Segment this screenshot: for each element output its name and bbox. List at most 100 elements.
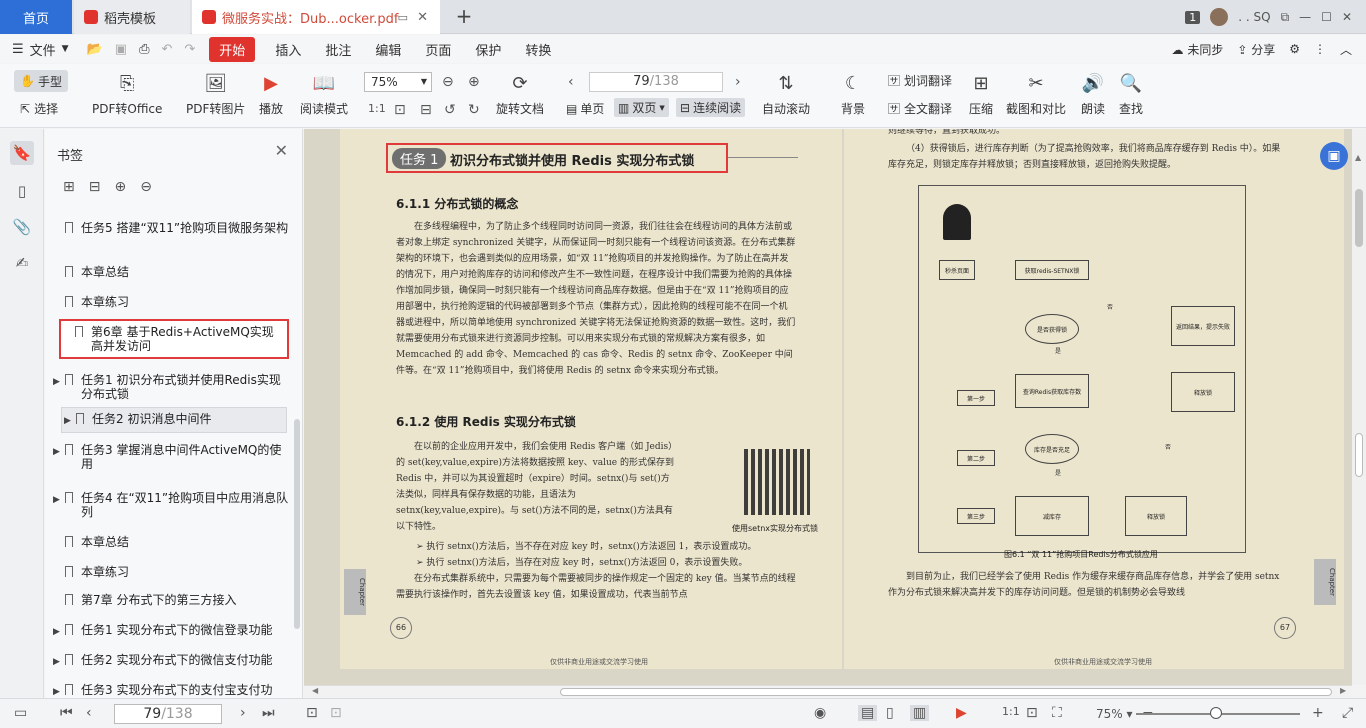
thumbnail-icon[interactable]: ▯ — [10, 179, 34, 203]
menu-annotate[interactable]: 批注 — [313, 40, 363, 59]
compress-button[interactable]: ⊞ 压缩 — [968, 70, 994, 117]
next-page-icon[interactable]: › — [240, 705, 246, 721]
expand-arrow-icon[interactable]: ▶ — [53, 653, 63, 669]
double-view-icon[interactable]: ▥ — [910, 705, 930, 721]
fit-window-icon[interactable]: ⤢ — [1342, 705, 1353, 721]
close-window-icon[interactable]: ✕ — [1342, 10, 1352, 24]
tab-document[interactable]: 微服务实战：Dub...ocker.pdf ▭ ✕ — [192, 0, 440, 34]
back-icon[interactable]: ⊡ — [306, 705, 318, 721]
expand-arrow-icon[interactable]: ▶ — [53, 683, 63, 699]
last-page-icon[interactable]: ⏭ — [262, 705, 275, 721]
bookmark-item[interactable]: ▶ 任务3 实现分布式下的支付宝支付功 — [53, 683, 289, 699]
scroll-up-icon[interactable]: ▲ — [1355, 153, 1361, 162]
bookmark-panel-icon[interactable]: 🔖 — [10, 141, 34, 165]
tab-daoke[interactable]: 稻壳模板 — [74, 0, 190, 34]
expand-arrow-icon[interactable]: ▶ — [53, 373, 63, 401]
expand-all-icon[interactable]: ⊞ — [63, 179, 75, 195]
read-aloud-button[interactable]: 🔊 朗读 — [1080, 70, 1106, 117]
fit-width-icon[interactable]: ⊟ — [420, 102, 432, 118]
add-bookmark-icon[interactable]: ⊕ — [114, 179, 126, 195]
expand-arrow-icon[interactable]: ▶ — [53, 623, 63, 639]
share-button[interactable]: ⇪ 分享 — [1237, 41, 1275, 58]
window-count-badge[interactable]: 1 — [1185, 10, 1201, 24]
open-icon[interactable]: 📂 — [81, 42, 109, 57]
print-icon[interactable]: ⎙ — [133, 42, 155, 57]
fit-page-icon[interactable]: ⊡ — [1026, 705, 1038, 721]
attachment-icon[interactable]: 📎 — [10, 215, 34, 239]
hand-tool-button[interactable]: ✋ 手型 — [14, 70, 68, 92]
bookmark-item[interactable]: ▶ 任务3 掌握消息中间件ActiveMQ的使用 — [53, 443, 289, 471]
actual-size-icon[interactable]: 1:1 — [1002, 705, 1020, 718]
floating-tool-button[interactable]: ▣ — [1320, 142, 1348, 170]
expand-arrow-icon[interactable]: ▶ — [64, 412, 74, 428]
collapse-all-icon[interactable]: ⊟ — [89, 179, 101, 195]
menu-start[interactable]: 开始 — [209, 36, 256, 62]
rotate-right-icon[interactable]: ↻ — [468, 102, 480, 118]
undo-icon[interactable]: ↶ — [155, 42, 178, 57]
bookmark-item[interactable]: 任务5 搭建“双11”抢购项目微服务架构 — [53, 221, 289, 235]
status-zoom-select[interactable]: 75% ▾ — [1096, 707, 1133, 721]
vertical-scroll-marker[interactable] — [1355, 433, 1363, 477]
bookmark-scrollbar[interactable] — [294, 419, 300, 629]
status-page-input[interactable]: 79/138 — [114, 704, 222, 724]
page-view-icon[interactable]: ▯ — [886, 705, 894, 721]
prev-page-icon[interactable]: ‹ — [568, 74, 574, 90]
menu-protect[interactable]: 保护 — [463, 40, 513, 59]
close-icon[interactable]: ✕ — [275, 141, 288, 160]
rotate-left-icon[interactable]: ↺ — [444, 102, 456, 118]
vertical-scroll-thumb[interactable] — [1355, 189, 1363, 247]
expand-arrow-icon[interactable]: ▶ — [53, 443, 63, 471]
sync-button[interactable]: ☁ 未同步 — [1171, 41, 1223, 58]
collapse-icon[interactable]: ︿ — [1340, 41, 1352, 58]
bookmark-item[interactable]: ▶ 任务1 实现分布式下的微信登录功能 — [53, 623, 289, 639]
read-mode-button[interactable]: 📖 阅读模式 — [300, 70, 348, 117]
bookmark-item[interactable]: 第7章 分布式下的第三方接入 — [53, 593, 289, 607]
scroll-right-icon[interactable]: ▶ — [1340, 686, 1346, 695]
vertical-scrollbar[interactable]: ▲ — [1352, 129, 1366, 685]
redo-icon[interactable]: ↷ — [178, 42, 201, 57]
tab-pin-icon[interactable]: ▭ — [398, 11, 408, 24]
menu-edit[interactable]: 编辑 — [363, 40, 413, 59]
pdf-to-image-button[interactable]: 🖼 PDF转图片 — [186, 70, 245, 117]
new-tab-button[interactable]: + — [452, 4, 476, 28]
bookmark-item[interactable]: 本章总结 — [53, 265, 289, 279]
menu-convert[interactable]: 转换 — [513, 40, 563, 59]
page-input[interactable]: 79/138 — [589, 72, 723, 92]
bookmark-item[interactable]: 本章练习 — [53, 565, 289, 579]
next-page-icon[interactable]: › — [735, 74, 741, 90]
settings-icon[interactable]: ⚙ — [1289, 42, 1300, 56]
horizontal-scrollbar[interactable]: ◀ ▶ — [304, 685, 1352, 697]
more-icon[interactable]: ⋮ — [1314, 42, 1326, 56]
full-translate-button[interactable]: 🈂 全文翻译 — [888, 100, 952, 117]
bookmark-item[interactable]: 本章练习 — [53, 295, 289, 309]
restore-icon[interactable]: ⧉ — [1281, 10, 1290, 25]
minimize-icon[interactable]: — — [1299, 10, 1311, 24]
single-view-icon[interactable]: ▤ — [858, 705, 878, 721]
bookmark-item[interactable]: ▶ 任务4 在“双11”抢购项目中应用消息队列 — [53, 491, 289, 519]
find-button[interactable]: 🔍 查找 — [1118, 70, 1144, 117]
bookmark-item[interactable]: ▶ 任务2 实现分布式下的微信支付功能 — [53, 653, 289, 669]
signature-icon[interactable]: ✍ — [10, 251, 34, 275]
word-translate-button[interactable]: 🈂 划词翻译 — [888, 72, 952, 89]
bookmark-item[interactable]: 本章总结 — [53, 535, 289, 549]
sidebar-toggle-icon[interactable]: ▭ — [14, 705, 27, 721]
scroll-left-icon[interactable]: ◀ — [312, 686, 318, 695]
select-tool-button[interactable]: ⇱ 选择 — [20, 100, 58, 117]
maximize-icon[interactable]: ☐ — [1321, 10, 1332, 24]
play-icon[interactable]: ▶ — [956, 705, 967, 721]
zoom-in-icon[interactable]: ⊕ — [468, 74, 480, 90]
avatar[interactable] — [1210, 8, 1229, 26]
single-page-button[interactable]: ▤ 单页 — [566, 100, 604, 117]
rotate-document-button[interactable]: ⟳ 旋转文档 — [496, 70, 544, 117]
zoom-in-icon[interactable]: + — [1312, 705, 1324, 721]
double-page-button[interactable]: ▥ 双页 ▼ — [614, 98, 669, 117]
menu-insert[interactable]: 插入 — [263, 40, 313, 59]
pdf-to-office-button[interactable]: ⎘ PDF转Office — [92, 70, 162, 117]
tab-home[interactable]: 首页 — [0, 0, 72, 34]
auto-scroll-button[interactable]: ⇅ 自动滚动 — [762, 70, 810, 117]
horizontal-scroll-thumb[interactable] — [560, 688, 1332, 696]
eye-protect-icon[interactable]: ◉ — [814, 705, 826, 721]
zoom-slider-knob[interactable] — [1210, 707, 1222, 719]
user-name[interactable]: . . SQ — [1238, 10, 1270, 24]
play-button[interactable]: ▶ 播放 — [258, 70, 284, 117]
